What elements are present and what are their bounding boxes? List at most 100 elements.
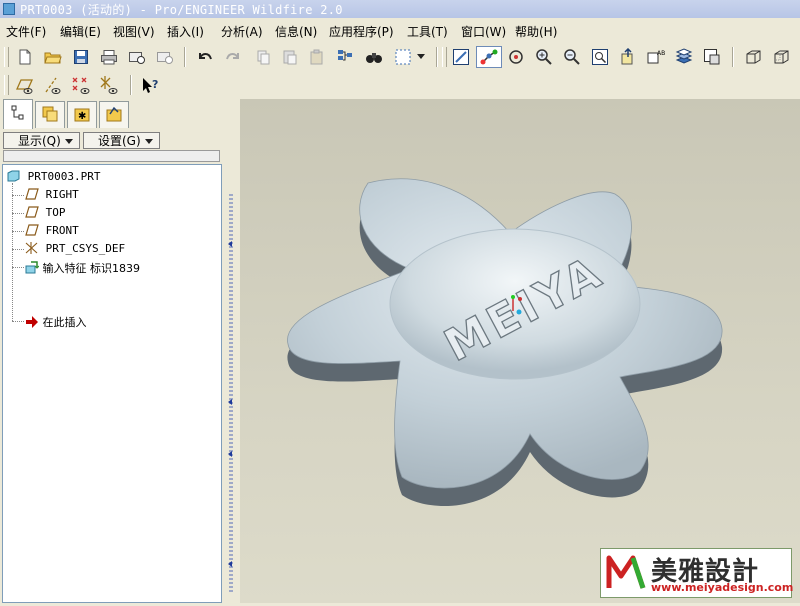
- saved-views-icon[interactable]: AB: [645, 46, 667, 68]
- zoom-in-icon[interactable]: [533, 46, 555, 68]
- brand-watermark: 美雅設計 www.meiyadesign.com: [600, 548, 793, 598]
- menu-help[interactable]: 帮助(H): [515, 23, 557, 40]
- menu-window[interactable]: 窗口(W): [461, 23, 506, 40]
- copy-icon[interactable]: [279, 46, 301, 68]
- send-mail-icon[interactable]: [126, 46, 148, 68]
- menu-applications[interactable]: 应用程序(P): [329, 23, 394, 40]
- context-help-icon[interactable]: ?: [140, 74, 162, 96]
- collapse-arrow-icon[interactable]: [228, 399, 232, 405]
- menu-view[interactable]: 视图(V): [113, 23, 155, 40]
- collapse-arrow-icon[interactable]: [228, 561, 232, 567]
- csys-icon: [25, 242, 39, 254]
- toolbar-grip[interactable]: [4, 75, 9, 95]
- show-dropdown-label: 显示(Q): [18, 134, 61, 148]
- cut-icon[interactable]: [252, 46, 274, 68]
- chevron-down-icon[interactable]: [414, 46, 428, 68]
- datum-plane-icon: [25, 224, 39, 236]
- tree-item-label: TOP: [45, 206, 66, 219]
- toolbar-separator: [732, 47, 734, 67]
- tree-connector: [12, 249, 24, 250]
- collapse-arrow-icon[interactable]: [228, 451, 232, 457]
- paste-icon[interactable]: [306, 46, 328, 68]
- spin-center-icon[interactable]: [476, 46, 502, 68]
- tree-item-right[interactable]: RIGHT: [25, 188, 79, 201]
- tree-item-label: FRONT: [45, 224, 79, 237]
- view-manager-icon[interactable]: [701, 46, 723, 68]
- zoom-out-icon[interactable]: [561, 46, 583, 68]
- toolbar-separator: [436, 47, 438, 67]
- star-knob-model[interactable]: MEIYA: [240, 99, 800, 603]
- find-binoculars-icon[interactable]: [363, 46, 385, 68]
- datum-plane-icon: [25, 188, 39, 200]
- menu-tools[interactable]: 工具(T): [407, 23, 448, 40]
- tree-item-insert-here[interactable]: 在此插入: [25, 314, 87, 330]
- print-icon[interactable]: [98, 46, 120, 68]
- tab-favorites[interactable]: ✱: [67, 101, 97, 128]
- window-title: PRT0003 (活动的) - Pro/ENGINEER Wildfire 2.…: [20, 3, 343, 17]
- save-icon[interactable]: [70, 46, 92, 68]
- model-tree-icon: [11, 105, 25, 124]
- tree-item-part[interactable]: PRT0003.PRT: [7, 170, 100, 183]
- tree-item-front[interactable]: FRONT: [25, 224, 79, 237]
- wireframe-icon[interactable]: [742, 46, 764, 68]
- undo-icon[interactable]: [194, 46, 216, 68]
- tree-item-label: 输入特征 标识1839: [42, 262, 141, 275]
- menu-edit[interactable]: 编辑(E): [60, 23, 101, 40]
- selection-box-icon[interactable]: [392, 46, 414, 68]
- tree-connector: [12, 183, 13, 321]
- tab-folder-browser[interactable]: [35, 101, 65, 128]
- toolbar-grip[interactable]: [4, 47, 9, 67]
- send-link-icon[interactable]: [154, 46, 176, 68]
- csys-display-icon[interactable]: [98, 74, 120, 96]
- settings-dropdown[interactable]: 设置(G): [83, 132, 160, 149]
- tree-item-csys[interactable]: PRT_CSYS_DEF: [25, 242, 125, 255]
- regenerate-icon[interactable]: [334, 46, 356, 68]
- brand-logo-icon: [606, 555, 646, 589]
- panel-splitter[interactable]: [226, 99, 240, 603]
- orient-mode-icon[interactable]: [505, 46, 527, 68]
- splitter-grip[interactable]: [229, 194, 233, 594]
- toolbar-grip[interactable]: [442, 47, 447, 67]
- menu-file[interactable]: 文件(F): [6, 23, 46, 40]
- navigator-panel: ✱ 显示(Q) 设置(G) PRT0003.PRT RIGHT TOP FRON…: [0, 99, 226, 603]
- show-dropdown[interactable]: 显示(Q): [3, 132, 80, 149]
- graphics-viewport[interactable]: MEIYA: [240, 99, 800, 603]
- favorites-icon: ✱: [73, 105, 91, 126]
- refit-icon[interactable]: [589, 46, 611, 68]
- hidden-line-icon[interactable]: [770, 46, 792, 68]
- reorient-icon[interactable]: [617, 46, 639, 68]
- svg-text:?: ?: [152, 78, 158, 91]
- import-feature-icon: [25, 261, 40, 274]
- open-folder-icon[interactable]: [42, 46, 64, 68]
- tree-connector: [12, 195, 24, 196]
- chevron-down-icon: [64, 134, 73, 148]
- menu-insert[interactable]: 插入(I): [167, 23, 204, 40]
- repaint-icon[interactable]: [450, 46, 472, 68]
- datum-plane-display-icon[interactable]: [14, 74, 36, 96]
- connections-icon: [105, 105, 123, 126]
- tab-connections[interactable]: [99, 101, 129, 128]
- tree-item-import-feature[interactable]: 输入特征 标识1839: [25, 260, 140, 276]
- menu-info[interactable]: 信息(N): [275, 23, 317, 40]
- datum-axis-display-icon[interactable]: [42, 74, 64, 96]
- model-tree: PRT0003.PRT RIGHT TOP FRONT PRT_CSYS_DEF…: [2, 164, 222, 603]
- redo-icon[interactable]: [222, 46, 244, 68]
- app-icon: [3, 3, 15, 15]
- layers-icon[interactable]: [673, 46, 695, 68]
- tree-item-label: RIGHT: [45, 188, 79, 201]
- svg-text:✱: ✱: [78, 111, 86, 122]
- chevron-down-icon: [144, 134, 153, 148]
- collapse-arrow-icon[interactable]: [228, 241, 232, 247]
- navigator-tabs: ✱: [0, 99, 226, 129]
- menu-analysis[interactable]: 分析(A): [221, 23, 263, 40]
- datum-point-display-icon[interactable]: [70, 74, 92, 96]
- column-header-strip: [3, 150, 220, 162]
- tree-item-top[interactable]: TOP: [25, 206, 66, 219]
- tree-item-label: PRT0003.PRT: [27, 170, 101, 183]
- part-icon: [7, 170, 21, 182]
- new-file-icon[interactable]: [14, 46, 36, 68]
- tree-connector: [12, 231, 24, 232]
- toolbar-separator: [130, 75, 132, 95]
- main-toolbar: AB: [0, 43, 800, 71]
- tab-model-tree[interactable]: [3, 99, 33, 129]
